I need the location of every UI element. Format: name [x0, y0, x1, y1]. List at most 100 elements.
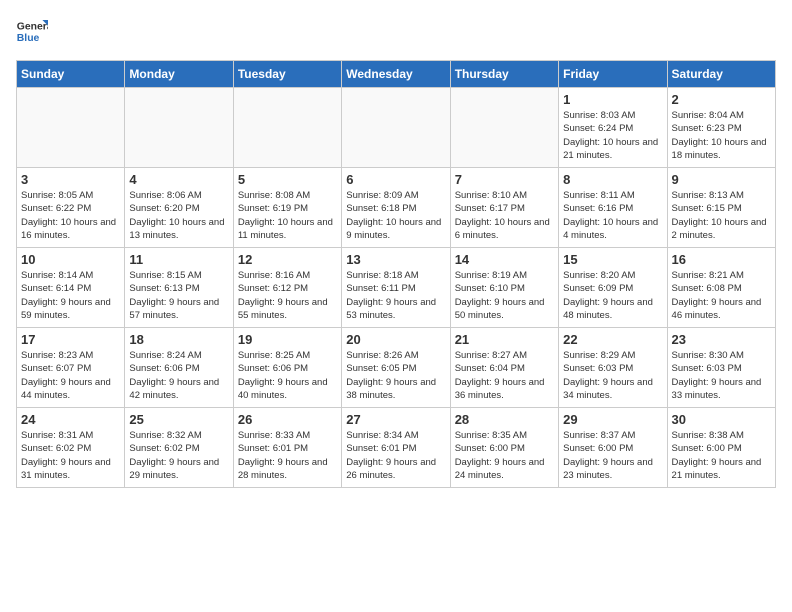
- calendar-cell: 20 Sunrise: 8:26 AM Sunset: 6:05 PM Dayli…: [342, 328, 450, 408]
- calendar-cell: [342, 88, 450, 168]
- day-info: Sunrise: 8:08 AM Sunset: 6:19 PM Dayligh…: [238, 189, 337, 242]
- calendar-cell: 2Sunrise: 8:04 AM Sunset: 6:23 PM Daylig…: [667, 88, 775, 168]
- calendar-table: SundayMondayTuesdayWednesdayThursdayFrid…: [16, 60, 776, 488]
- day-number: 1: [563, 92, 662, 107]
- calendar-cell: 8Sunrise: 8:11 AM Sunset: 6:16 PM Daylig…: [559, 168, 667, 248]
- day-info: Sunrise: 8:18 AM Sunset: 6:11 PM Dayligh…: [346, 269, 445, 322]
- day-number: 4: [129, 172, 228, 187]
- day-number: 24: [21, 412, 120, 427]
- day-info: Sunrise: 8:03 AM Sunset: 6:24 PM Dayligh…: [563, 109, 662, 162]
- day-info: Sunrise: 8:27 AM Sunset: 6:04 PM Dayligh…: [455, 349, 554, 402]
- svg-text:Blue: Blue: [17, 33, 40, 44]
- calendar-cell: 23 Sunrise: 8:30 AM Sunset: 6:03 PM Dayli…: [667, 328, 775, 408]
- calendar-week-row: 17 Sunrise: 8:23 AM Sunset: 6:07 PM Dayli…: [17, 328, 776, 408]
- day-info: Sunrise: 8:32 AM Sunset: 6:02 PM Dayligh…: [129, 429, 228, 482]
- day-number: 3: [21, 172, 120, 187]
- calendar-cell: 22 Sunrise: 8:29 AM Sunset: 6:03 PM Dayli…: [559, 328, 667, 408]
- day-number: 25: [129, 412, 228, 427]
- svg-text:General: General: [17, 22, 48, 33]
- calendar-cell: 11 Sunrise: 8:15 AM Sunset: 6:13 PM Dayli…: [125, 248, 233, 328]
- day-info: Sunrise: 8:38 AM Sunset: 6:00 PM Dayligh…: [672, 429, 771, 482]
- day-info: Sunrise: 8:20 AM Sunset: 6:09 PM Dayligh…: [563, 269, 662, 322]
- day-info: Sunrise: 8:24 AM Sunset: 6:06 PM Dayligh…: [129, 349, 228, 402]
- day-info: Sunrise: 8:34 AM Sunset: 6:01 PM Dayligh…: [346, 429, 445, 482]
- day-info: Sunrise: 8:26 AM Sunset: 6:05 PM Dayligh…: [346, 349, 445, 402]
- calendar-cell: 9Sunrise: 8:13 AM Sunset: 6:15 PM Daylig…: [667, 168, 775, 248]
- day-number: 12: [238, 252, 337, 267]
- day-info: Sunrise: 8:10 AM Sunset: 6:17 PM Dayligh…: [455, 189, 554, 242]
- day-info: Sunrise: 8:15 AM Sunset: 6:13 PM Dayligh…: [129, 269, 228, 322]
- day-info: Sunrise: 8:16 AM Sunset: 6:12 PM Dayligh…: [238, 269, 337, 322]
- calendar-cell: 14 Sunrise: 8:19 AM Sunset: 6:10 PM Dayli…: [450, 248, 558, 328]
- calendar-cell: 6Sunrise: 8:09 AM Sunset: 6:18 PM Daylig…: [342, 168, 450, 248]
- day-number: 28: [455, 412, 554, 427]
- day-info: Sunrise: 8:35 AM Sunset: 6:00 PM Dayligh…: [455, 429, 554, 482]
- day-number: 23: [672, 332, 771, 347]
- calendar-cell: 1 Sunrise: 8:03 AM Sunset: 6:24 PM Daylig…: [559, 88, 667, 168]
- day-number: 20: [346, 332, 445, 347]
- calendar-cell: 13 Sunrise: 8:18 AM Sunset: 6:11 PM Dayli…: [342, 248, 450, 328]
- calendar-week-row: 3 Sunrise: 8:05 AM Sunset: 6:22 PM Daylig…: [17, 168, 776, 248]
- calendar-cell: [17, 88, 125, 168]
- day-info: Sunrise: 8:19 AM Sunset: 6:10 PM Dayligh…: [455, 269, 554, 322]
- calendar-cell: 30 Sunrise: 8:38 AM Sunset: 6:00 PM Dayli…: [667, 408, 775, 488]
- calendar-cell: 18 Sunrise: 8:24 AM Sunset: 6:06 PM Dayli…: [125, 328, 233, 408]
- day-number: 13: [346, 252, 445, 267]
- day-info: Sunrise: 8:21 AM Sunset: 6:08 PM Dayligh…: [672, 269, 771, 322]
- calendar-week-row: 1 Sunrise: 8:03 AM Sunset: 6:24 PM Daylig…: [17, 88, 776, 168]
- weekday-header: Saturday: [667, 61, 775, 88]
- day-number: 10: [21, 252, 120, 267]
- calendar-cell: 24 Sunrise: 8:31 AM Sunset: 6:02 PM Dayli…: [17, 408, 125, 488]
- day-number: 9: [672, 172, 771, 187]
- day-info: Sunrise: 8:31 AM Sunset: 6:02 PM Dayligh…: [21, 429, 120, 482]
- calendar-cell: 10 Sunrise: 8:14 AM Sunset: 6:14 PM Dayli…: [17, 248, 125, 328]
- day-number: 7: [455, 172, 554, 187]
- day-number: 2: [672, 92, 771, 107]
- day-info: Sunrise: 8:14 AM Sunset: 6:14 PM Dayligh…: [21, 269, 120, 322]
- calendar-cell: 5Sunrise: 8:08 AM Sunset: 6:19 PM Daylig…: [233, 168, 341, 248]
- logo: GeneralBlue: [16, 16, 48, 48]
- day-number: 30: [672, 412, 771, 427]
- weekday-header: Wednesday: [342, 61, 450, 88]
- day-info: Sunrise: 8:33 AM Sunset: 6:01 PM Dayligh…: [238, 429, 337, 482]
- calendar-cell: 7 Sunrise: 8:10 AM Sunset: 6:17 PM Daylig…: [450, 168, 558, 248]
- calendar-cell: [125, 88, 233, 168]
- day-info: Sunrise: 8:29 AM Sunset: 6:03 PM Dayligh…: [563, 349, 662, 402]
- calendar-cell: 3 Sunrise: 8:05 AM Sunset: 6:22 PM Daylig…: [17, 168, 125, 248]
- weekday-header: Tuesday: [233, 61, 341, 88]
- calendar-cell: 4 Sunrise: 8:06 AM Sunset: 6:20 PM Daylig…: [125, 168, 233, 248]
- calendar-cell: 25 Sunrise: 8:32 AM Sunset: 6:02 PM Dayli…: [125, 408, 233, 488]
- day-info: Sunrise: 8:11 AM Sunset: 6:16 PM Dayligh…: [563, 189, 662, 242]
- calendar-cell: 21 Sunrise: 8:27 AM Sunset: 6:04 PM Dayli…: [450, 328, 558, 408]
- calendar-cell: 26 Sunrise: 8:33 AM Sunset: 6:01 PM Dayli…: [233, 408, 341, 488]
- weekday-header: Monday: [125, 61, 233, 88]
- calendar-cell: 17 Sunrise: 8:23 AM Sunset: 6:07 PM Dayli…: [17, 328, 125, 408]
- day-number: 19: [238, 332, 337, 347]
- calendar-cell: [233, 88, 341, 168]
- calendar-cell: 15Sunrise: 8:20 AM Sunset: 6:09 PM Dayli…: [559, 248, 667, 328]
- day-info: Sunrise: 8:05 AM Sunset: 6:22 PM Dayligh…: [21, 189, 120, 242]
- day-info: Sunrise: 8:37 AM Sunset: 6:00 PM Dayligh…: [563, 429, 662, 482]
- header-row: SundayMondayTuesdayWednesdayThursdayFrid…: [17, 61, 776, 88]
- calendar-cell: 28 Sunrise: 8:35 AM Sunset: 6:00 PM Dayli…: [450, 408, 558, 488]
- calendar-week-row: 24 Sunrise: 8:31 AM Sunset: 6:02 PM Dayli…: [17, 408, 776, 488]
- calendar-cell: 12 Sunrise: 8:16 AM Sunset: 6:12 PM Dayli…: [233, 248, 341, 328]
- day-number: 11: [129, 252, 228, 267]
- day-number: 21: [455, 332, 554, 347]
- calendar-cell: 29 Sunrise: 8:37 AM Sunset: 6:00 PM Dayli…: [559, 408, 667, 488]
- day-number: 17: [21, 332, 120, 347]
- day-number: 22: [563, 332, 662, 347]
- day-info: Sunrise: 8:23 AM Sunset: 6:07 PM Dayligh…: [21, 349, 120, 402]
- weekday-header: Sunday: [17, 61, 125, 88]
- day-number: 29: [563, 412, 662, 427]
- weekday-header: Thursday: [450, 61, 558, 88]
- day-info: Sunrise: 8:25 AM Sunset: 6:06 PM Dayligh…: [238, 349, 337, 402]
- day-info: Sunrise: 8:06 AM Sunset: 6:20 PM Dayligh…: [129, 189, 228, 242]
- day-info: Sunrise: 8:30 AM Sunset: 6:03 PM Dayligh…: [672, 349, 771, 402]
- day-info: Sunrise: 8:09 AM Sunset: 6:18 PM Dayligh…: [346, 189, 445, 242]
- logo-icon: GeneralBlue: [16, 16, 48, 48]
- day-number: 14: [455, 252, 554, 267]
- day-number: 26: [238, 412, 337, 427]
- weekday-header: Friday: [559, 61, 667, 88]
- day-number: 18: [129, 332, 228, 347]
